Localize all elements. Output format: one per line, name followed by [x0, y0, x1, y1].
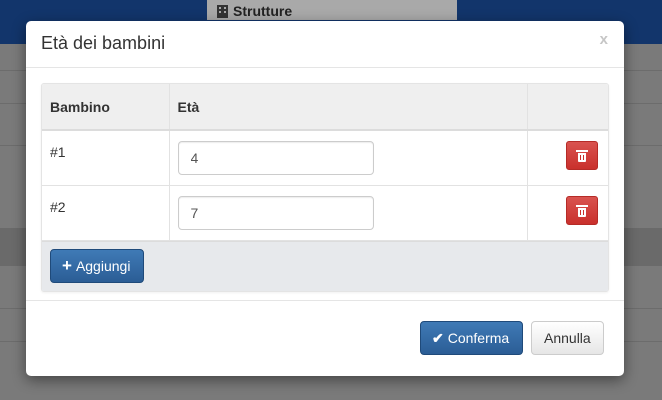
actions-cell: [527, 186, 608, 241]
modal-title: Età dei bambini: [41, 33, 166, 53]
add-child-button[interactable]: + Aggiungi: [50, 249, 145, 283]
column-header-bambino: Bambino: [42, 84, 170, 131]
add-child-label: Aggiungi: [75, 258, 131, 274]
delete-child-button[interactable]: [566, 196, 598, 225]
background-tab-label: Strutture: [233, 3, 293, 19]
trash-icon: [576, 204, 588, 217]
column-header-eta: Età: [169, 84, 528, 131]
close-button[interactable]: x: [600, 31, 608, 48]
children-age-modal: Età dei bambini x Bambino Età #1 4 #2 7 …: [26, 21, 624, 376]
table-row: #1: [42, 130, 608, 186]
child-label: #1: [42, 130, 170, 186]
modal-footer: ✔ Conferma Annulla: [26, 301, 624, 375]
children-panel: Bambino Età #1 4 #2 7 + Aggiungi: [41, 83, 609, 292]
modal-body: Bambino Età #1 4 #2 7 + Aggiungi: [26, 68, 624, 301]
table-header-row: Bambino Età: [42, 84, 608, 131]
building-icon: [217, 4, 228, 18]
modal-header: Età dei bambini x: [26, 21, 624, 68]
background-tab-strutture: Strutture: [207, 0, 457, 20]
plus-icon: +: [62, 256, 72, 275]
children-table: Bambino Età #1 4 #2 7: [42, 84, 608, 241]
column-header-actions: [527, 84, 608, 131]
confirm-button[interactable]: ✔ Conferma: [420, 321, 524, 355]
check-icon: ✔: [432, 330, 444, 346]
child-label: #2: [42, 185, 170, 241]
panel-footer: + Aggiungi: [42, 241, 608, 291]
age-input[interactable]: [177, 196, 374, 230]
confirm-label: Conferma: [447, 330, 510, 346]
age-cell: [169, 130, 528, 186]
trash-icon: [576, 149, 588, 162]
age-cell: [169, 185, 528, 241]
age-input[interactable]: [177, 141, 374, 175]
actions-cell: [527, 130, 608, 186]
table-row: #2: [42, 185, 608, 241]
cancel-button[interactable]: Annulla: [531, 321, 604, 355]
delete-child-button[interactable]: [566, 141, 598, 170]
